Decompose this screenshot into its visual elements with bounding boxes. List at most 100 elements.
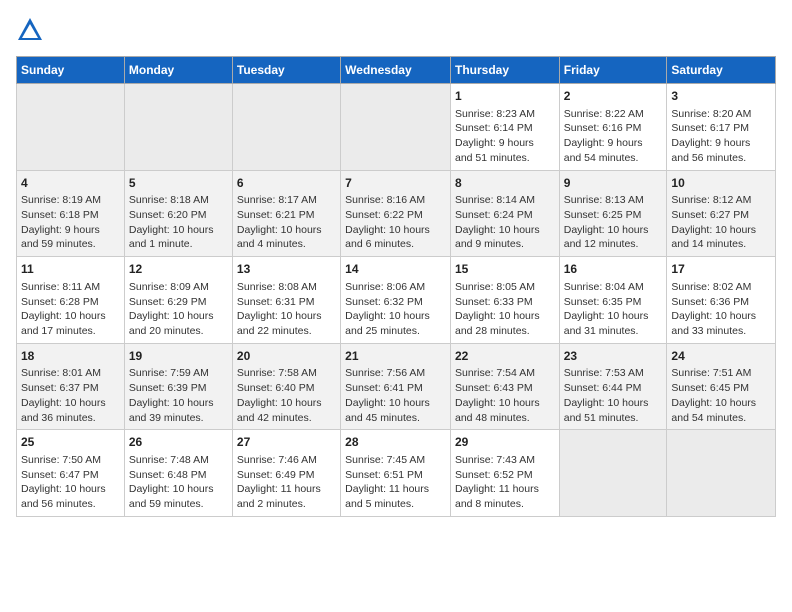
- day-info: Sunrise: 7:54 AM Sunset: 6:43 PM Dayligh…: [455, 366, 555, 425]
- logo-icon: [16, 16, 44, 44]
- calendar-cell: 4Sunrise: 8:19 AM Sunset: 6:18 PM Daylig…: [17, 170, 125, 257]
- day-number: 29: [455, 434, 555, 451]
- day-info: Sunrise: 8:02 AM Sunset: 6:36 PM Dayligh…: [671, 280, 771, 339]
- calendar-cell: 28 Sunrise: 7:45 AM Sunset: 6:51 PM Dayli…: [341, 430, 451, 517]
- calendar-cell: 2 Sunrise: 8:22 AM Sunset: 6:16 PM Daylig…: [559, 84, 667, 171]
- day-number: 26: [129, 434, 228, 451]
- calendar-cell: 14 Sunrise: 8:06 AM Sunset: 6:32 PM Dayli…: [341, 257, 451, 344]
- calendar-cell: [559, 430, 667, 517]
- calendar-cell: 11 Sunrise: 8:11 AM Sunset: 6:28 PM Dayli…: [17, 257, 125, 344]
- day-info: Sunrise: 8:20 AM Sunset: 6:17 PM Dayligh…: [671, 107, 771, 166]
- day-info: Sunrise: 8:05 AM Sunset: 6:33 PM Dayligh…: [455, 280, 555, 339]
- col-header-thursday: Thursday: [450, 57, 559, 84]
- day-info: Sunrise: 8:23 AM Sunset: 6:14 PM Dayligh…: [455, 107, 555, 166]
- calendar-cell: 15 Sunrise: 8:05 AM Sunset: 6:33 PM Dayli…: [450, 257, 559, 344]
- day-number: 9: [564, 175, 663, 192]
- day-number: 7: [345, 175, 446, 192]
- day-info: Sunrise: 8:12 AM Sunset: 6:27 PM Dayligh…: [671, 193, 771, 252]
- day-number: 23: [564, 348, 663, 365]
- day-info: Sunrise: 8:19 AM Sunset: 6:18 PM Dayligh…: [21, 193, 120, 252]
- calendar-cell: 27Sunrise: 7:46 AM Sunset: 6:49 PM Dayli…: [232, 430, 340, 517]
- day-info: Sunrise: 8:18 AM Sunset: 6:20 PM Dayligh…: [129, 193, 228, 252]
- day-number: 19: [129, 348, 228, 365]
- day-number: 21: [345, 348, 446, 365]
- day-number: 25: [21, 434, 120, 451]
- calendar-cell: 16 Sunrise: 8:04 AM Sunset: 6:35 PM Dayli…: [559, 257, 667, 344]
- day-info: Sunrise: 7:51 AM Sunset: 6:45 PM Dayligh…: [671, 366, 771, 425]
- day-info: Sunrise: 8:09 AM Sunset: 6:29 PM Dayligh…: [129, 280, 228, 339]
- day-info: Sunrise: 7:46 AM Sunset: 6:49 PM Dayligh…: [237, 453, 336, 512]
- day-number: 2: [564, 88, 663, 105]
- logo: [16, 16, 48, 44]
- calendar-cell: 18Sunrise: 8:01 AM Sunset: 6:37 PM Dayli…: [17, 343, 125, 430]
- calendar-cell: 7Sunrise: 8:16 AM Sunset: 6:22 PM Daylig…: [341, 170, 451, 257]
- calendar-cell: 21Sunrise: 7:56 AM Sunset: 6:41 PM Dayli…: [341, 343, 451, 430]
- day-info: Sunrise: 7:45 AM Sunset: 6:51 PM Dayligh…: [345, 453, 446, 512]
- day-info: Sunrise: 8:06 AM Sunset: 6:32 PM Dayligh…: [345, 280, 446, 339]
- day-info: Sunrise: 8:08 AM Sunset: 6:31 PM Dayligh…: [237, 280, 336, 339]
- calendar-cell: [667, 430, 776, 517]
- day-info: Sunrise: 8:01 AM Sunset: 6:37 PM Dayligh…: [21, 366, 120, 425]
- calendar-cell: [124, 84, 232, 171]
- day-number: 15: [455, 261, 555, 278]
- day-info: Sunrise: 7:53 AM Sunset: 6:44 PM Dayligh…: [564, 366, 663, 425]
- calendar-cell: 8Sunrise: 8:14 AM Sunset: 6:24 PM Daylig…: [450, 170, 559, 257]
- calendar-table: SundayMondayTuesdayWednesdayThursdayFrid…: [16, 56, 776, 517]
- day-number: 5: [129, 175, 228, 192]
- day-number: 4: [21, 175, 120, 192]
- day-number: 10: [671, 175, 771, 192]
- col-header-tuesday: Tuesday: [232, 57, 340, 84]
- day-number: 6: [237, 175, 336, 192]
- day-info: Sunrise: 8:13 AM Sunset: 6:25 PM Dayligh…: [564, 193, 663, 252]
- calendar-cell: 10Sunrise: 8:12 AM Sunset: 6:27 PM Dayli…: [667, 170, 776, 257]
- day-info: Sunrise: 8:16 AM Sunset: 6:22 PM Dayligh…: [345, 193, 446, 252]
- day-number: 1: [455, 88, 555, 105]
- calendar-cell: 20Sunrise: 7:58 AM Sunset: 6:40 PM Dayli…: [232, 343, 340, 430]
- calendar-cell: 12 Sunrise: 8:09 AM Sunset: 6:29 PM Dayli…: [124, 257, 232, 344]
- calendar-cell: [17, 84, 125, 171]
- calendar-cell: 1 Sunrise: 8:23 AM Sunset: 6:14 PM Daylig…: [450, 84, 559, 171]
- day-number: 28: [345, 434, 446, 451]
- day-info: Sunrise: 7:56 AM Sunset: 6:41 PM Dayligh…: [345, 366, 446, 425]
- col-header-saturday: Saturday: [667, 57, 776, 84]
- calendar-cell: 24Sunrise: 7:51 AM Sunset: 6:45 PM Dayli…: [667, 343, 776, 430]
- day-info: Sunrise: 8:11 AM Sunset: 6:28 PM Dayligh…: [21, 280, 120, 339]
- calendar-cell: 3 Sunrise: 8:20 AM Sunset: 6:17 PM Daylig…: [667, 84, 776, 171]
- calendar-cell: 23Sunrise: 7:53 AM Sunset: 6:44 PM Dayli…: [559, 343, 667, 430]
- day-info: Sunrise: 8:17 AM Sunset: 6:21 PM Dayligh…: [237, 193, 336, 252]
- calendar-cell: 29 Sunrise: 7:43 AM Sunset: 6:52 PM Dayli…: [450, 430, 559, 517]
- calendar-cell: 5Sunrise: 8:18 AM Sunset: 6:20 PM Daylig…: [124, 170, 232, 257]
- day-info: Sunrise: 7:48 AM Sunset: 6:48 PM Dayligh…: [129, 453, 228, 512]
- day-number: 16: [564, 261, 663, 278]
- day-number: 12: [129, 261, 228, 278]
- day-info: Sunrise: 7:59 AM Sunset: 6:39 PM Dayligh…: [129, 366, 228, 425]
- day-number: 11: [21, 261, 120, 278]
- day-number: 17: [671, 261, 771, 278]
- day-info: Sunrise: 7:43 AM Sunset: 6:52 PM Dayligh…: [455, 453, 555, 512]
- calendar-cell: 19Sunrise: 7:59 AM Sunset: 6:39 PM Dayli…: [124, 343, 232, 430]
- day-number: 8: [455, 175, 555, 192]
- calendar-cell: 9Sunrise: 8:13 AM Sunset: 6:25 PM Daylig…: [559, 170, 667, 257]
- col-header-sunday: Sunday: [17, 57, 125, 84]
- day-number: 24: [671, 348, 771, 365]
- day-number: 13: [237, 261, 336, 278]
- day-info: Sunrise: 8:04 AM Sunset: 6:35 PM Dayligh…: [564, 280, 663, 339]
- day-number: 20: [237, 348, 336, 365]
- day-info: Sunrise: 8:22 AM Sunset: 6:16 PM Dayligh…: [564, 107, 663, 166]
- calendar-cell: 13 Sunrise: 8:08 AM Sunset: 6:31 PM Dayli…: [232, 257, 340, 344]
- day-number: 14: [345, 261, 446, 278]
- col-header-wednesday: Wednesday: [341, 57, 451, 84]
- day-info: Sunrise: 7:58 AM Sunset: 6:40 PM Dayligh…: [237, 366, 336, 425]
- col-header-monday: Monday: [124, 57, 232, 84]
- day-info: Sunrise: 8:14 AM Sunset: 6:24 PM Dayligh…: [455, 193, 555, 252]
- day-info: Sunrise: 7:50 AM Sunset: 6:47 PM Dayligh…: [21, 453, 120, 512]
- calendar-cell: [232, 84, 340, 171]
- calendar-cell: 22Sunrise: 7:54 AM Sunset: 6:43 PM Dayli…: [450, 343, 559, 430]
- col-header-friday: Friday: [559, 57, 667, 84]
- day-number: 18: [21, 348, 120, 365]
- page-header: [16, 16, 776, 44]
- calendar-cell: 6Sunrise: 8:17 AM Sunset: 6:21 PM Daylig…: [232, 170, 340, 257]
- day-number: 22: [455, 348, 555, 365]
- day-number: 3: [671, 88, 771, 105]
- calendar-cell: 25 Sunrise: 7:50 AM Sunset: 6:47 PM Dayli…: [17, 430, 125, 517]
